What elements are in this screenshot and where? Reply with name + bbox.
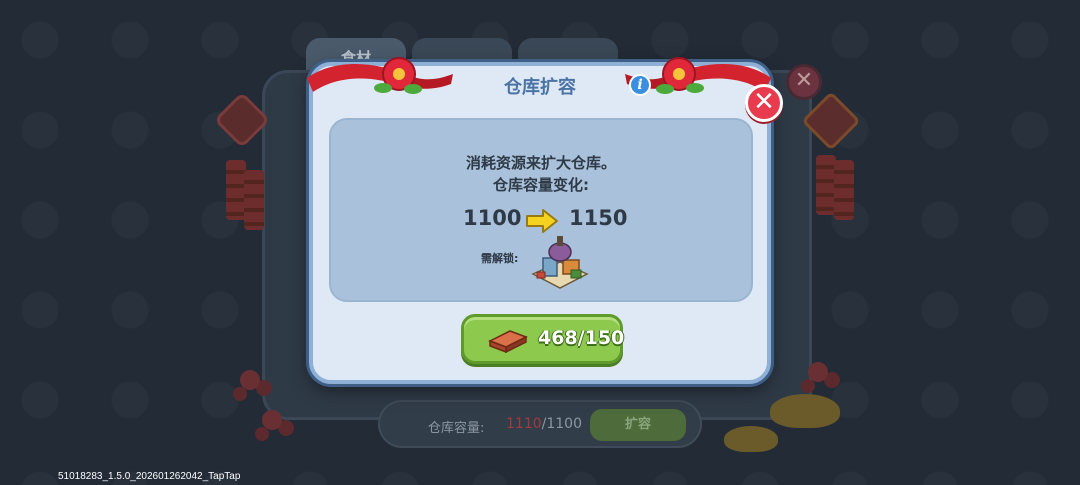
- firecracker-icon: [834, 160, 854, 220]
- firecracker-icon: [816, 155, 836, 215]
- capacity-current: 1110: [506, 416, 542, 432]
- background-close-icon[interactable]: ✕: [786, 64, 822, 100]
- description-line-1: 消耗资源来扩大仓库。: [465, 154, 616, 172]
- description-line-2: 仓库容量变化:: [493, 176, 589, 194]
- expand-cost-button[interactable]: 468/150: [461, 314, 625, 364]
- info-icon[interactable]: i: [629, 74, 651, 96]
- capacity-value: 1110/1100: [506, 416, 582, 432]
- firecracker-icon: [226, 160, 246, 220]
- dialog-title: 仓库扩容: [504, 77, 576, 98]
- arrow-right-icon: [526, 209, 558, 233]
- build-id: 51018283_1.5.0_202601262042_TapTap: [58, 471, 241, 482]
- gold-ingot-icon: [724, 426, 778, 452]
- unlock-label: 需解锁:: [481, 252, 519, 265]
- warehouse-expand-dialog: 仓库扩容 i ✕ 消耗资源来扩大仓库。 仓库容量变化: 1100 1150 需解…: [307, 57, 783, 384]
- background-expand-button[interactable]: 扩容: [590, 409, 686, 441]
- capacity-label: 仓库容量:: [428, 421, 485, 436]
- blossom-icon: [262, 410, 282, 430]
- brick-icon: [488, 330, 528, 353]
- firecracker-icon: [244, 170, 264, 230]
- dialog-header: 仓库扩容: [313, 66, 767, 114]
- capacity-max: /1100: [541, 416, 582, 432]
- building-icon: [531, 236, 589, 289]
- cost-text: 468/150: [538, 327, 625, 349]
- close-button[interactable]: ✕: [745, 84, 783, 122]
- capacity-to: 1150: [569, 206, 628, 230]
- capacity-footer: 仓库容量: 1110/1100 扩容: [378, 400, 702, 448]
- gold-ingot-icon: [770, 394, 840, 428]
- capacity-from: 1100: [463, 206, 522, 230]
- blossom-icon: [240, 370, 260, 390]
- blossom-icon: [808, 362, 828, 382]
- expansion-info-box: 消耗资源来扩大仓库。 仓库容量变化: 1100 1150 需解锁:: [329, 118, 753, 302]
